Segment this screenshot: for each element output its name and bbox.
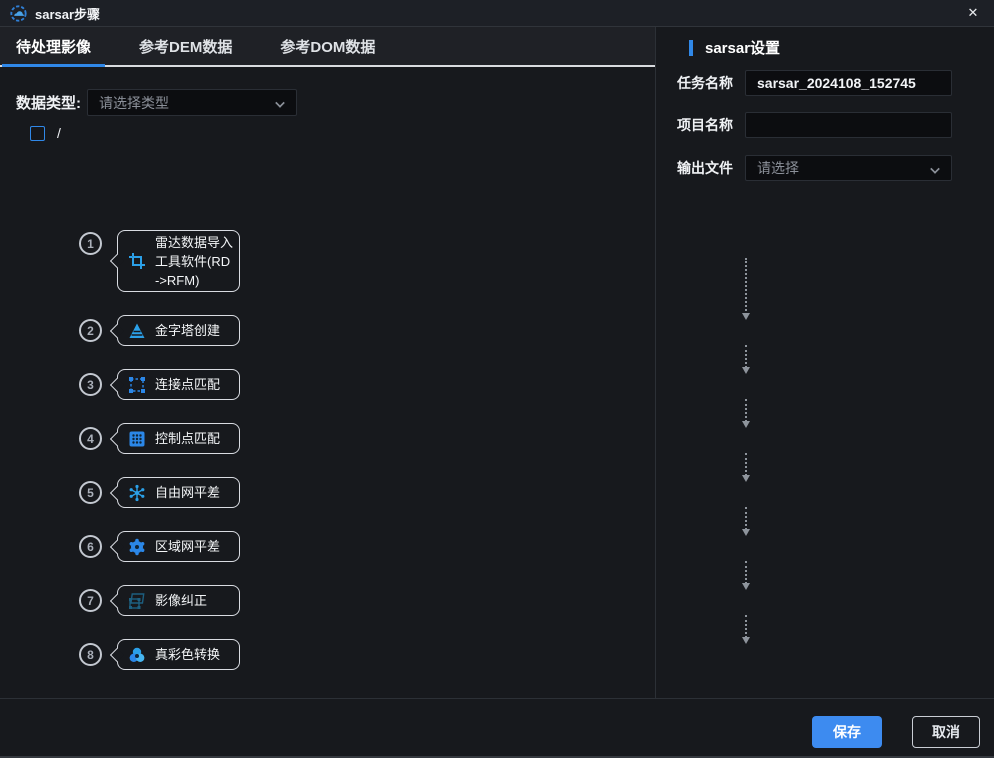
- step-free-network-adjust[interactable]: 自由网平差: [117, 477, 240, 508]
- control-point-match-icon: [128, 430, 146, 448]
- step-image-rectify[interactable]: 影像纠正: [117, 585, 240, 616]
- step-connector-arrow: [745, 507, 747, 534]
- step-label: 金字塔创建: [155, 321, 220, 340]
- step-label: 自由网平差: [155, 483, 220, 502]
- step-label: 影像纠正: [155, 591, 207, 610]
- step-connector-arrow: [745, 399, 747, 426]
- step-number-5: 5: [79, 481, 102, 504]
- step-number-4: 4: [79, 427, 102, 450]
- step-number-2: 2: [79, 319, 102, 342]
- footer: 保存 取消: [0, 698, 994, 756]
- step-number-7: 7: [79, 589, 102, 612]
- step-number-6: 6: [79, 535, 102, 558]
- step-connector-arrow: [745, 453, 747, 480]
- image-rectify-icon: [128, 592, 146, 610]
- step-block-network-adjust[interactable]: 区域网平差: [117, 531, 240, 562]
- step-connector-arrow: [745, 258, 747, 318]
- cancel-button[interactable]: 取消: [912, 716, 980, 748]
- step-label: 真彩色转换: [155, 645, 220, 664]
- block-network-adjust-icon: [128, 538, 146, 556]
- pyramid-icon: [128, 322, 146, 340]
- workflow-steps: 1 雷达数据导入工具软件(RD->RFM) 2 金字塔创建 3: [0, 0, 994, 756]
- step-pyramid-create[interactable]: 金字塔创建: [117, 315, 240, 346]
- save-button[interactable]: 保存: [812, 716, 882, 748]
- true-color-convert-icon: [128, 646, 146, 664]
- step-radar-import[interactable]: 雷达数据导入工具软件(RD->RFM): [117, 230, 240, 292]
- step-number-8: 8: [79, 643, 102, 666]
- crop-import-icon: [128, 252, 146, 270]
- free-network-adjust-icon: [128, 484, 146, 502]
- step-tie-point-match[interactable]: 连接点匹配: [117, 369, 240, 400]
- step-number-3: 3: [79, 373, 102, 396]
- tie-point-match-icon: [128, 376, 146, 394]
- step-label: 雷达数据导入工具软件(RD->RFM): [155, 233, 233, 290]
- step-connector-arrow: [745, 615, 747, 642]
- step-connector-arrow: [745, 345, 747, 372]
- step-number-1: 1: [79, 232, 102, 255]
- step-control-point-match[interactable]: 控制点匹配: [117, 423, 240, 454]
- step-label: 控制点匹配: [155, 429, 220, 448]
- step-connector-arrow: [745, 561, 747, 588]
- step-true-color-convert[interactable]: 真彩色转换: [117, 639, 240, 670]
- step-label: 区域网平差: [155, 537, 220, 556]
- sarsar-steps-dialog: sarsar步骤 ✕ 待处理影像 参考DEM数据 参考DOM数据 数据类型: 请…: [0, 0, 994, 758]
- step-label: 连接点匹配: [155, 375, 220, 394]
